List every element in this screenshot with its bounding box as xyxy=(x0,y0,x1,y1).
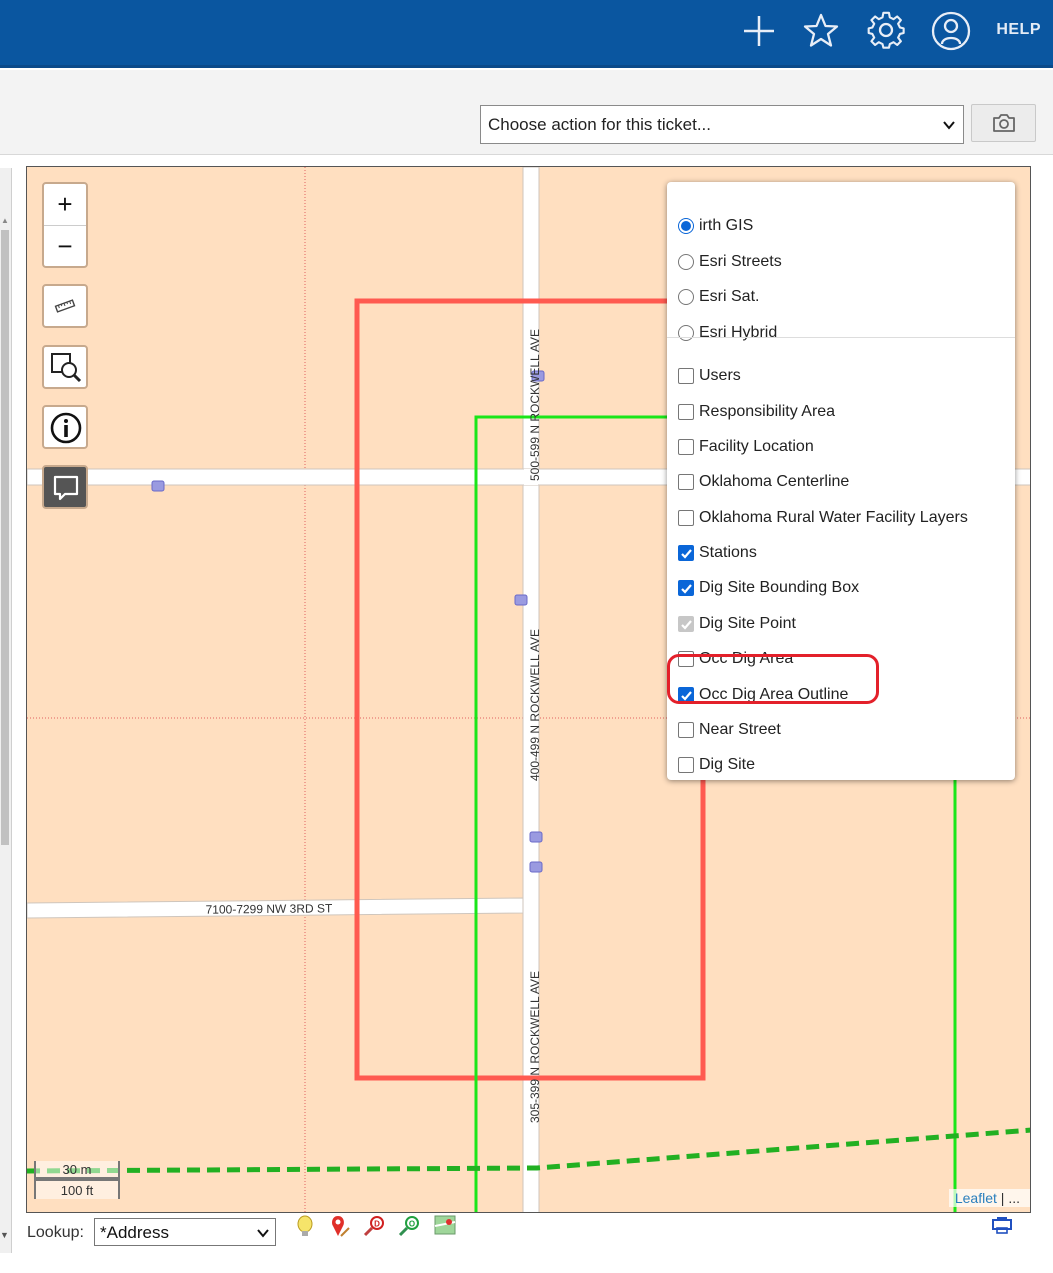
layer-separator xyxy=(667,337,1015,338)
radio-esri-sat[interactable] xyxy=(678,289,694,305)
map-scale: 30 m 100 ft xyxy=(34,1161,120,1199)
box-zoom-button[interactable] xyxy=(42,345,88,389)
scale-metric: 30 m xyxy=(34,1161,120,1179)
street-label-rockwell-mid: 400-499 N ROCKWELL AVE xyxy=(528,629,542,781)
scale-imperial: 100 ft xyxy=(34,1179,120,1199)
print-map-icon[interactable] xyxy=(990,1214,1016,1244)
street-label-rockwell-north: 500-599 N ROCKWELL AVE xyxy=(528,329,542,481)
checkbox-stations[interactable] xyxy=(678,545,694,561)
map-tile-icon[interactable] xyxy=(432,1214,458,1244)
checkbox-oklahoma-rural-water[interactable] xyxy=(678,510,694,526)
ticket-action-select-value: Choose action for this ticket... xyxy=(488,115,711,134)
zoom-in-button[interactable]: + xyxy=(44,184,86,225)
checkbox-occ-dig-area-outline[interactable] xyxy=(678,687,694,703)
zoom-area-icon xyxy=(51,353,82,383)
checkbox-dig-site-point xyxy=(678,616,694,632)
ticket-action-select[interactable]: Choose action for this ticket... xyxy=(480,105,964,144)
checkmark-icon xyxy=(681,620,692,630)
attribution-rest: | ... xyxy=(996,1190,1020,1206)
checkbox-responsibility-area[interactable] xyxy=(678,404,694,420)
svg-text:D: D xyxy=(374,1220,380,1229)
checkbox-near-street[interactable] xyxy=(678,722,694,738)
map-view[interactable]: 500-599 N ROCKWELL AVE 400-499 N ROCKWEL… xyxy=(26,166,1031,1213)
screenshot-button[interactable] xyxy=(971,104,1036,142)
street-label-nw-3rd-st: 7100-7299 NW 3RD ST xyxy=(206,901,334,916)
search-o-icon[interactable]: O xyxy=(397,1214,423,1244)
left-panel-scrollbar[interactable]: ▲ ▼ xyxy=(0,168,12,1253)
info-icon xyxy=(50,412,82,444)
checkmark-icon xyxy=(681,691,692,701)
lookup-bar: Lookup: *Address D O xyxy=(0,1214,1053,1254)
lookup-select-value: *Address xyxy=(100,1223,169,1242)
zoom-control: + − xyxy=(42,182,88,268)
map-attribution: Leaflet | ... xyxy=(948,1189,1030,1207)
lookup-select[interactable]: *Address xyxy=(94,1218,276,1246)
zoom-out-button[interactable]: − xyxy=(44,225,86,266)
chevron-down-icon xyxy=(943,121,955,130)
camera-icon xyxy=(993,114,1015,132)
plus-icon[interactable] xyxy=(738,10,780,52)
lightbulb-icon[interactable] xyxy=(294,1214,320,1244)
radio-esri-streets[interactable] xyxy=(678,254,694,270)
checkbox-oklahoma-centerline[interactable] xyxy=(678,474,694,490)
star-icon[interactable] xyxy=(800,10,842,52)
lookup-label: Lookup: xyxy=(27,1224,84,1241)
radio-esri-hybrid[interactable] xyxy=(678,325,694,341)
station-marker xyxy=(151,370,545,873)
user-icon[interactable] xyxy=(930,10,972,52)
comment-icon xyxy=(53,475,79,501)
chevron-down-icon xyxy=(257,1229,269,1238)
checkmark-icon xyxy=(681,584,692,594)
help-link[interactable]: HELP xyxy=(996,21,1041,39)
scroll-up-arrow-icon[interactable]: ▲ xyxy=(1,216,9,225)
checkbox-occ-dig-area[interactable] xyxy=(678,651,694,667)
checkbox-facility-location[interactable] xyxy=(678,439,694,455)
checkmark-icon xyxy=(681,549,692,559)
radio-irth-gis[interactable] xyxy=(678,218,694,234)
top-header-bar: HELP xyxy=(0,0,1053,68)
search-d-icon[interactable]: D xyxy=(362,1214,388,1244)
map-pin-icon[interactable] xyxy=(327,1214,353,1244)
gear-icon[interactable] xyxy=(865,10,907,52)
checkbox-dig-site[interactable] xyxy=(678,757,694,773)
street-label-rockwell-south: 305-399 N ROCKWELL AVE xyxy=(528,971,542,1123)
checkbox-users[interactable] xyxy=(678,368,694,384)
comment-button[interactable] xyxy=(42,465,88,509)
checkbox-dig-site-bounding-box[interactable] xyxy=(678,580,694,596)
scrollbar-thumb[interactable] xyxy=(1,230,9,845)
ticket-toolbar: Choose action for this ticket... xyxy=(0,70,1053,155)
layer-control-panel: irth GIS Esri Streets Esri Sat. Esri Hyb… xyxy=(667,182,1015,780)
leaflet-link[interactable]: Leaflet xyxy=(955,1190,997,1206)
measure-button[interactable] xyxy=(42,284,88,328)
identify-button[interactable] xyxy=(42,405,88,449)
svg-text:O: O xyxy=(409,1220,415,1229)
ruler-icon xyxy=(54,299,76,313)
